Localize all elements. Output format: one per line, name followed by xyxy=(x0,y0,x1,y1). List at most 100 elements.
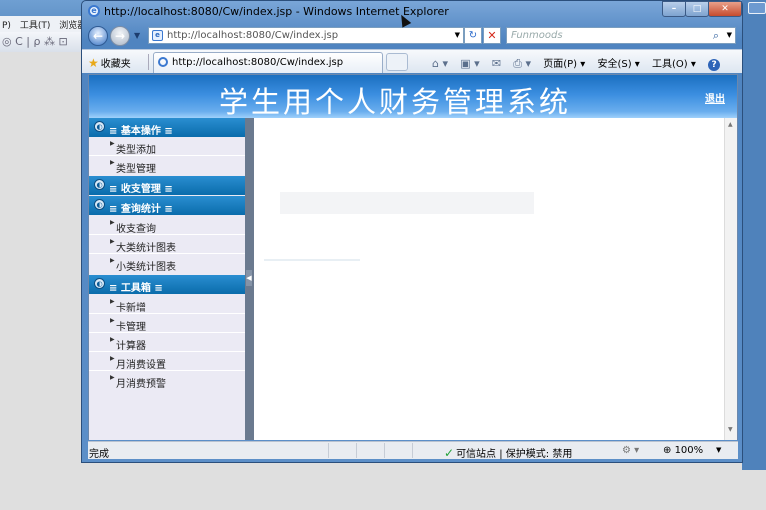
tools-menu[interactable]: 工具(O) ▾ xyxy=(652,59,696,70)
frame-splitter[interactable]: ◀ xyxy=(245,118,254,440)
back-button[interactable]: ← xyxy=(88,26,108,46)
bg-toolbar-icons[interactable]: ◎ C | ρ ⁂ ⊡ xyxy=(2,35,68,48)
tab-title: http://localhost:8080/Cw/index.jsp xyxy=(172,57,344,68)
bg-menu-item[interactable]: 工具(T) xyxy=(20,21,51,31)
background-window-menu: P) 工具(T) 浏览器 xyxy=(0,16,90,32)
page-menu[interactable]: 页面(P) ▾ xyxy=(543,59,585,70)
status-bar: 完成 ✓ 可信站点 | 保护模式: 禁用 ⚙ ▾ ⊕ 100% ▼ xyxy=(88,441,738,461)
section-icon: ◐ xyxy=(94,121,105,132)
favorites-button[interactable]: ★ 收藏夹 xyxy=(88,55,131,70)
background-window-toolbar: ◎ C | ρ ⁂ ⊡ xyxy=(0,32,90,52)
bg-minimize-button[interactable] xyxy=(748,2,766,14)
ie-logo-icon: e xyxy=(88,5,100,17)
status-cells xyxy=(328,443,440,461)
sidebar-section-toolbox[interactable]: ◐ ≡ 工具箱 ≡ xyxy=(89,275,245,294)
window-titlebar[interactable]: e http://localhost:8080/Cw/index.jsp - W… xyxy=(82,1,742,23)
sidebar-item-query[interactable]: ▶ 收支查询 xyxy=(89,216,245,235)
sidebar-item-card-manage[interactable]: ▶ 卡管理 xyxy=(89,314,245,333)
sidebar-item-monthly-setting[interactable]: ▶ 月消费设置 xyxy=(89,352,245,371)
new-tab-button[interactable] xyxy=(386,53,408,71)
refresh-button[interactable]: ↻ xyxy=(464,27,482,44)
sidebar-item-type-add[interactable]: ▶ 类型添加 xyxy=(89,137,245,156)
scroll-up-icon[interactable]: ▲ xyxy=(728,121,733,128)
stop-button[interactable]: ✕ xyxy=(483,27,501,44)
arrow-icon: ▶ xyxy=(110,140,115,147)
arrow-icon: ▶ xyxy=(110,257,115,264)
ie-window: e http://localhost:8080/Cw/index.jsp - W… xyxy=(81,0,743,463)
main-content-frame xyxy=(254,118,724,440)
forward-button[interactable]: → xyxy=(110,26,130,46)
item-label: 类型管理 xyxy=(116,164,156,175)
favorites-bar: ★ 收藏夹 http://localhost:8080/Cw/index.jsp … xyxy=(82,49,742,73)
close-button[interactable]: ✕ xyxy=(708,1,742,17)
logout-link[interactable]: 退出 xyxy=(705,90,725,105)
arrow-icon: ▶ xyxy=(110,159,115,166)
help-icon[interactable]: ? xyxy=(708,59,721,71)
faded-content-line xyxy=(264,259,360,261)
sidebar-menu: ◐ ≡ 基本操作 ≡ ▶ 类型添加 ▶ 类型管理 ◐ ≡ 收支管理 ≡ ◐ ≡ … xyxy=(89,118,245,440)
background-window-edge xyxy=(742,0,766,470)
zoom-dropdown-icon[interactable]: ▼ xyxy=(716,446,721,454)
item-label: 收支查询 xyxy=(116,224,156,235)
arrow-icon: ▶ xyxy=(110,374,115,381)
feeds-icon[interactable]: ▣ ▾ xyxy=(460,57,479,70)
tab-page-icon xyxy=(158,57,168,67)
arrow-icon: ▶ xyxy=(110,317,115,324)
section-label: ≡ 查询统计 ≡ xyxy=(109,204,173,215)
sidebar-item-card-add[interactable]: ▶ 卡新增 xyxy=(89,295,245,314)
security-settings-icon[interactable]: ⚙ ▾ xyxy=(622,445,639,456)
print-icon[interactable]: ⎙ ▾ xyxy=(513,57,531,70)
favorites-divider xyxy=(148,54,149,70)
item-label: 大类统计图表 xyxy=(116,243,176,254)
sidebar-section-income-expense[interactable]: ◐ ≡ 收支管理 ≡ xyxy=(89,176,245,195)
web-page: 学生用个人财务管理系统 退出 ◐ ≡ 基本操作 ≡ ▶ 类型添加 ▶ 类型管理 … xyxy=(88,74,738,440)
sidebar-section-query-stats[interactable]: ◐ ≡ 查询统计 ≡ xyxy=(89,196,245,215)
browser-tab[interactable]: http://localhost:8080/Cw/index.jsp xyxy=(153,52,383,73)
security-zone[interactable]: ✓ 可信站点 | 保护模式: 禁用 xyxy=(444,445,572,460)
arrow-icon: ▶ xyxy=(110,238,115,245)
bg-menu-item[interactable]: P) xyxy=(2,21,11,31)
search-placeholder: Funmoods xyxy=(511,30,563,41)
arrow-icon: ▶ xyxy=(110,336,115,343)
arrow-icon: ▶ xyxy=(110,219,115,226)
arrow-icon: ▶ xyxy=(110,298,115,305)
faded-content-block xyxy=(280,192,534,214)
zoom-level: 100% xyxy=(674,445,704,456)
search-icon[interactable]: ⌕ xyxy=(713,29,719,43)
sidebar-item-monthly-warning[interactable]: ▶ 月消费预警 xyxy=(89,371,245,390)
section-label: ≡ 工具箱 ≡ xyxy=(109,283,163,294)
item-label: 计算器 xyxy=(116,341,146,352)
sidebar-item-type-manage[interactable]: ▶ 类型管理 xyxy=(89,156,245,175)
sidebar-section-basic[interactable]: ◐ ≡ 基本操作 ≡ xyxy=(89,118,245,137)
history-dropdown-icon[interactable]: ▼ xyxy=(134,31,140,40)
sidebar-item-calculator[interactable]: ▶ 计算器 xyxy=(89,333,245,352)
item-label: 小类统计图表 xyxy=(116,262,176,273)
system-title: 学生用个人财务管理系统 xyxy=(218,85,571,119)
sidebar-item-major-chart[interactable]: ▶ 大类统计图表 xyxy=(89,235,245,254)
section-icon: ◐ xyxy=(94,199,105,210)
search-field[interactable]: Funmoods ⌕ ▼ xyxy=(506,27,736,44)
page-icon: e xyxy=(152,30,163,41)
home-icon[interactable]: ⌂ ▾ xyxy=(432,57,448,70)
address-field[interactable]: e http://localhost:8080/Cw/index.jsp ▼ xyxy=(148,27,464,44)
sidebar-item-minor-chart[interactable]: ▶ 小类统计图表 xyxy=(89,254,245,273)
maximize-button[interactable]: □ xyxy=(685,1,709,17)
star-icon: ★ xyxy=(88,56,99,70)
safety-menu[interactable]: 安全(S) ▾ xyxy=(597,59,639,70)
search-dropdown-icon[interactable]: ▼ xyxy=(727,31,732,39)
check-icon: ✓ xyxy=(444,446,455,460)
status-text: 完成 xyxy=(89,449,109,460)
item-label: 卡新增 xyxy=(116,303,146,314)
collapse-arrow-icon[interactable]: ◀ xyxy=(246,270,252,286)
scroll-down-icon[interactable]: ▼ xyxy=(728,426,733,433)
section-icon: ◐ xyxy=(94,278,105,289)
zoom-control[interactable]: ⊕ 100% xyxy=(663,445,703,456)
favorites-label: 收藏夹 xyxy=(100,59,131,70)
vertical-scrollbar[interactable]: ▲ ▼ xyxy=(724,118,737,440)
minimize-button[interactable]: – xyxy=(662,1,686,17)
address-dropdown-icon[interactable]: ▼ xyxy=(455,31,460,39)
item-label: 月消费预警 xyxy=(116,379,166,390)
address-url[interactable]: http://localhost:8080/Cw/index.jsp xyxy=(167,30,338,41)
section-label: ≡ 基本操作 ≡ xyxy=(109,126,173,137)
mail-icon[interactable]: ✉ xyxy=(492,57,501,70)
